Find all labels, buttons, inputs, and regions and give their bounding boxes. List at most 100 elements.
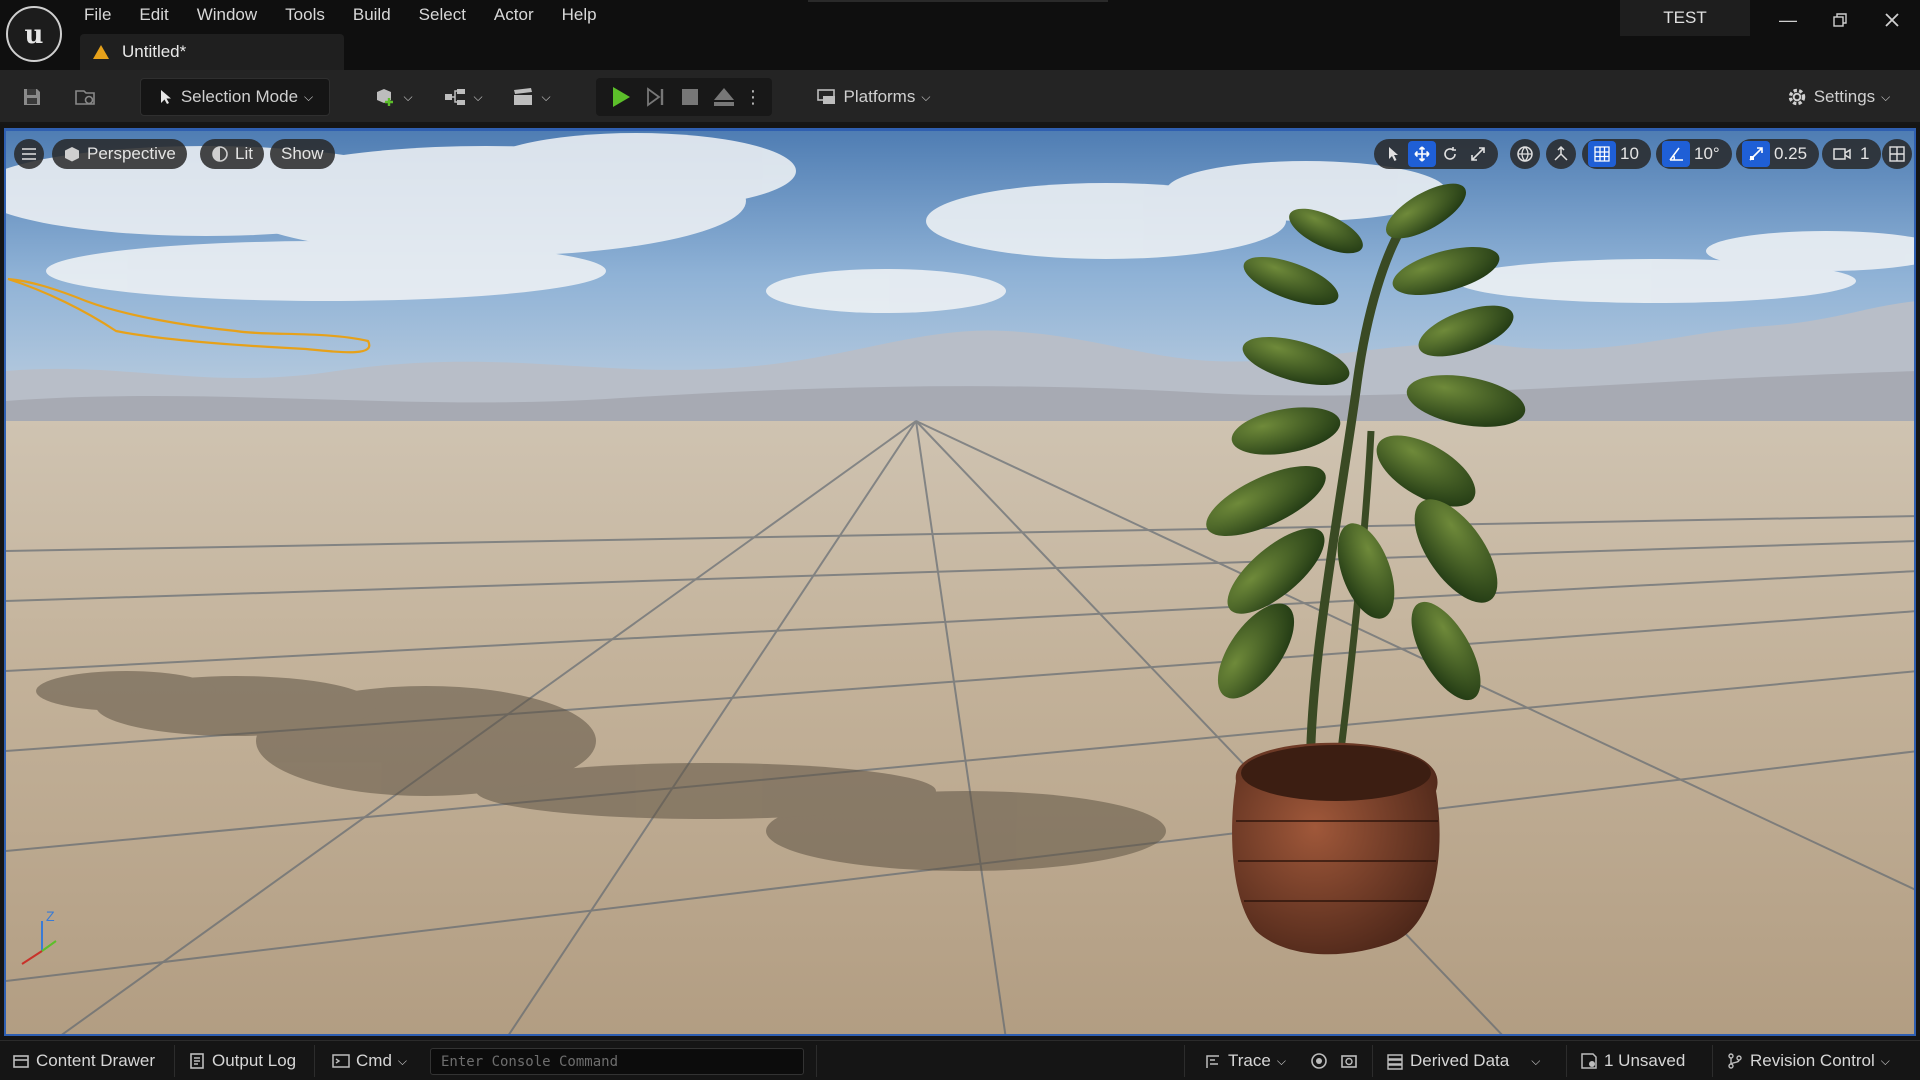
scale-snap-icon[interactable] <box>1742 141 1770 167</box>
content-browser-icon[interactable] <box>68 78 104 116</box>
platforms-label: Platforms <box>843 87 916 106</box>
trace-label: Trace <box>1228 1051 1271 1070</box>
menu-bar: File Edit Window Tools Build Select Acto… <box>70 0 611 30</box>
add-actor-button[interactable]: ⌵ <box>368 78 418 116</box>
terminal-icon <box>332 1054 350 1068</box>
divider <box>1712 1045 1713 1077</box>
record-icon[interactable] <box>1310 1041 1328 1080</box>
rotation-snap-value: 10° <box>1694 144 1720 163</box>
rotation-snap-control[interactable]: 10° <box>1656 139 1732 169</box>
settings-label: Settings <box>1813 87 1876 106</box>
perspective-button[interactable]: Perspective <box>52 139 187 169</box>
more-options-icon[interactable]: ⋮ <box>741 78 765 116</box>
camera-icon[interactable] <box>1828 141 1856 167</box>
chevron-down-icon: ⌵ <box>473 89 483 104</box>
settings-dropdown[interactable]: Settings ⌵ <box>1778 78 1898 116</box>
world-coordinate-icon[interactable] <box>1510 139 1540 169</box>
menu-window[interactable]: Window <box>183 0 271 30</box>
menu-actor[interactable]: Actor <box>480 0 548 30</box>
blueprint-icon <box>445 89 466 105</box>
rotation-snap-icon[interactable] <box>1662 141 1690 167</box>
project-name: TEST <box>1620 0 1750 36</box>
surface-snapping-icon[interactable] <box>1546 139 1576 169</box>
derived-data-dropdown[interactable]: Derived Data ⌵ <box>1386 1041 1540 1080</box>
blueprints-button[interactable]: ⌵ <box>438 78 488 116</box>
selection-mode-dropdown[interactable]: Selection Mode ⌵ <box>140 78 330 116</box>
grid-snap-icon[interactable] <box>1588 141 1616 167</box>
eject-icon[interactable] <box>707 78 741 116</box>
unreal-engine-logo-icon[interactable]: u <box>6 6 62 62</box>
title-drag-handle[interactable] <box>808 0 1108 2</box>
svg-text:u: u <box>25 20 44 50</box>
revision-control-label: Revision Control <box>1750 1051 1875 1070</box>
document-tab-label: Untitled* <box>122 42 187 61</box>
derived-data-icon <box>1387 1054 1403 1070</box>
menu-tools[interactable]: Tools <box>271 0 339 30</box>
move-tool-icon[interactable] <box>1408 141 1436 167</box>
level-viewport[interactable]: Z Perspective Lit Show 10 10° 0.25 1 <box>4 128 1916 1036</box>
console-command-input[interactable] <box>430 1048 804 1075</box>
chevron-down-icon: ⌵ <box>403 89 413 104</box>
platforms-dropdown[interactable]: Platforms ⌵ <box>808 78 938 116</box>
viewport-scene[interactable]: Z <box>6 131 1916 1036</box>
close-icon[interactable] <box>1866 2 1918 38</box>
chevron-down-icon: ⌵ <box>1881 89 1891 104</box>
select-tool-icon[interactable] <box>1380 141 1408 167</box>
document-tab[interactable]: Untitled* <box>80 34 344 70</box>
revision-control-dropdown[interactable]: Revision Control ⌵ <box>1726 1041 1890 1080</box>
gear-icon <box>1788 88 1805 106</box>
chevron-down-icon: ⌵ <box>1531 1053 1541 1068</box>
chevron-down-icon: ⌵ <box>921 89 931 104</box>
viewport-menu-icon[interactable] <box>14 139 44 169</box>
menu-file[interactable]: File <box>70 0 125 30</box>
advance-frame-icon[interactable] <box>639 78 673 116</box>
save-icon[interactable] <box>14 78 50 116</box>
divider <box>1184 1045 1185 1077</box>
selection-mode-label: Selection Mode <box>180 87 299 106</box>
unsaved-button[interactable]: 1 Unsaved <box>1580 1041 1685 1080</box>
minimize-icon[interactable]: — <box>1762 2 1814 38</box>
show-label: Show <box>281 144 324 163</box>
show-button[interactable]: Show <box>270 139 335 169</box>
lit-button[interactable]: Lit <box>200 139 264 169</box>
scale-tool-icon[interactable] <box>1464 141 1492 167</box>
cmd-label: Cmd <box>356 1051 392 1070</box>
unsaved-icon <box>1581 1053 1597 1069</box>
derived-data-label: Derived Data <box>1410 1051 1510 1070</box>
content-drawer-button[interactable]: Content Drawer <box>12 1041 155 1080</box>
output-log-button[interactable]: Output Log <box>188 1041 296 1080</box>
cube-icon <box>65 147 79 162</box>
grid-snap-control[interactable]: 10 <box>1582 139 1651 169</box>
stop-icon[interactable] <box>673 78 707 116</box>
cinematics-button[interactable]: ⌵ <box>506 78 556 116</box>
output-log-icon <box>190 1053 204 1069</box>
camera-speed-control[interactable]: 1 <box>1822 139 1882 169</box>
viewport-layout-icon[interactable] <box>1882 139 1912 169</box>
scale-snap-value: 0.25 <box>1774 144 1808 163</box>
trace-dropdown[interactable]: Trace ⌵ <box>1204 1041 1286 1080</box>
chevron-down-icon: ⌵ <box>541 89 551 104</box>
grid-snap-value: 10 <box>1620 144 1639 163</box>
play-icon[interactable] <box>603 78 639 116</box>
screenshot-icon[interactable] <box>1340 1041 1358 1080</box>
rotate-tool-icon[interactable] <box>1436 141 1464 167</box>
lit-label: Lit <box>235 144 253 163</box>
platforms-icon <box>816 89 835 104</box>
menu-build[interactable]: Build <box>339 0 405 30</box>
menu-select[interactable]: Select <box>405 0 480 30</box>
menu-edit[interactable]: Edit <box>125 0 182 30</box>
divider <box>174 1045 175 1077</box>
scale-snap-control[interactable]: 0.25 <box>1736 139 1820 169</box>
unsaved-label: 1 Unsaved <box>1604 1051 1686 1070</box>
cmd-dropdown[interactable]: Cmd ⌵ <box>332 1041 407 1080</box>
divider <box>1566 1045 1567 1077</box>
divider <box>314 1045 315 1077</box>
restore-icon[interactable] <box>1814 2 1866 38</box>
trace-icon <box>1206 1055 1219 1068</box>
sphere-icon <box>212 146 228 162</box>
menu-help[interactable]: Help <box>548 0 611 30</box>
chevron-down-icon: ⌵ <box>397 1053 408 1068</box>
transform-tools <box>1374 139 1498 169</box>
perspective-label: Perspective <box>87 144 176 163</box>
axis-z-label: Z <box>46 908 55 924</box>
